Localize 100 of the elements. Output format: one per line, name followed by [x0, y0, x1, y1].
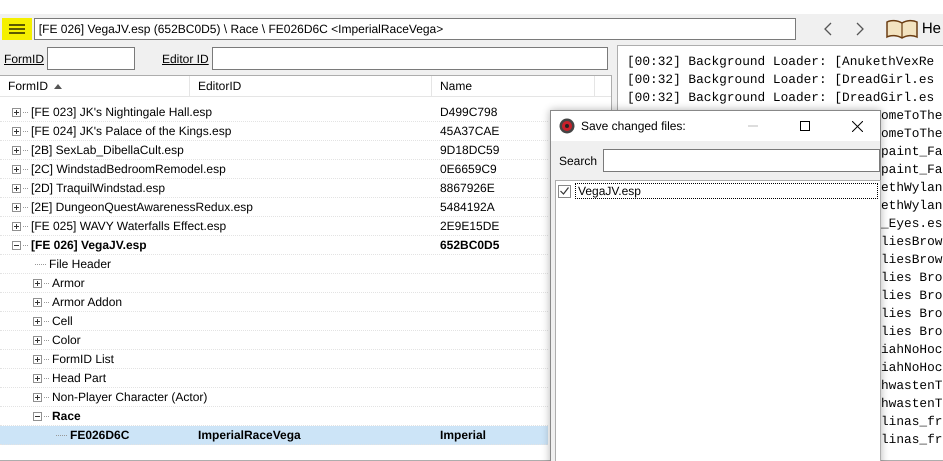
- expand-icon[interactable]: [12, 222, 21, 230]
- log-line: ethWylan: [881, 198, 942, 213]
- column-header[interactable]: EditorID: [190, 76, 432, 96]
- log-line: [00:32] Background Loader: [DreadGirl.es: [627, 72, 934, 87]
- tree-row[interactable]: Armor: [0, 274, 548, 293]
- log-line: linas_fr: [881, 414, 942, 429]
- dialog-title: Save changed files:: [581, 118, 686, 135]
- table-cell: 45A37CAE: [440, 124, 500, 138]
- expand-icon[interactable]: [12, 202, 21, 212]
- log-line: [00:32] Background Loader: [DreadGirl.es: [627, 90, 934, 105]
- tree-label: [2B] SexLab_DibellaCult.esp: [31, 142, 184, 159]
- tree-label: FE026D6C: [70, 427, 130, 444]
- tree-label: FormID List: [52, 351, 114, 368]
- expand-icon[interactable]: [33, 298, 42, 306]
- expand-icon[interactable]: [33, 374, 42, 382]
- log-line: lies Bro: [881, 324, 942, 339]
- tree-row[interactable]: [2D] TraquilWindstad.esp 8867926E: [0, 179, 548, 198]
- menu-icon[interactable]: [8, 24, 25, 34]
- tree-label: Color: [52, 332, 81, 349]
- table-cell: 9D18DC59: [440, 143, 500, 157]
- field-label: FormID: [4, 50, 44, 68]
- column-header[interactable]: Name: [432, 76, 595, 96]
- expand-icon[interactable]: [33, 336, 42, 344]
- expand-icon[interactable]: [12, 126, 21, 136]
- log-line: liesBrow: [881, 252, 942, 267]
- expand-icon[interactable]: [33, 278, 42, 288]
- collapse-icon[interactable]: [12, 240, 21, 250]
- tree-row[interactable]: Color: [0, 331, 548, 350]
- tree-row[interactable]: Head Part: [0, 369, 548, 388]
- tree-label: [FE 025] WAVY Waterfalls Effect.esp: [31, 218, 226, 235]
- help-button[interactable]: He: [876, 18, 941, 40]
- tree-label: [2D] TraquilWindstad.esp: [31, 180, 166, 197]
- tree-row[interactable]: File Header: [0, 255, 548, 274]
- log-line: paint_Fa: [881, 162, 942, 177]
- tree-label: Armor: [52, 275, 85, 292]
- field-label: Editor ID: [162, 50, 209, 68]
- log-line: omeToThe: [881, 108, 942, 123]
- table-cell: 8867926E: [440, 181, 495, 195]
- column-header[interactable]: FormID: [0, 76, 190, 96]
- checkbox[interactable]: [558, 184, 571, 198]
- log-line: liesBrow: [881, 234, 942, 249]
- expand-icon[interactable]: [33, 354, 42, 364]
- log-line: hwastenT: [881, 396, 942, 411]
- app-icon: [559, 118, 575, 134]
- tree-row[interactable]: Armor Addon: [0, 293, 548, 312]
- tree-row[interactable]: FE026D6C ImperialRaceVega Imperial: [0, 426, 548, 445]
- search-field[interactable]: [603, 149, 880, 172]
- path-field[interactable]: [FE 026] VegaJV.esp (652BC0D5) \ Race \ FE026D6C <ImperialRaceVega>: [34, 18, 796, 40]
- log-line: iahNoHoc: [881, 360, 942, 375]
- tree-label: [2E] DungeonQuestAwarenessRedux.esp: [31, 199, 253, 216]
- tree-row[interactable]: FormID List: [0, 350, 548, 369]
- tree-row[interactable]: [FE 023] JK's Nightingale Hall.esp D499C798: [0, 103, 548, 122]
- tree-row[interactable]: [FE 024] JK's Palace of the Kings.esp 45A37CAE: [0, 122, 548, 141]
- input-field[interactable]: [212, 47, 608, 70]
- tree-label: [FE 026] VegaJV.esp: [31, 237, 147, 254]
- tree-label: Non-Player Character (Actor): [52, 389, 208, 406]
- expand-icon[interactable]: [33, 316, 42, 326]
- log-line: paint_Fa: [881, 144, 942, 159]
- tree-label: Cell: [52, 313, 73, 330]
- expand-icon[interactable]: [12, 184, 21, 192]
- tree-row[interactable]: [FE 026] VegaJV.esp 652BC0D5: [0, 236, 548, 255]
- tree-row[interactable]: Non-Player Character (Actor): [0, 388, 548, 407]
- log-line: lies Bro: [881, 288, 942, 303]
- tree-label: [FE 023] JK's Nightingale Hall.esp: [31, 104, 212, 121]
- table-cell: 2E9E15DE: [440, 219, 500, 233]
- table-cell: 5484192A: [440, 200, 495, 214]
- log-line: iahNoHoc: [881, 342, 942, 357]
- log-line: omeToThe: [881, 126, 942, 141]
- log-line: _Eyes.es: [881, 216, 942, 231]
- table-cell: 652BC0D5: [440, 238, 500, 252]
- log-line: ethWylan: [881, 180, 942, 195]
- search-label: Search: [559, 152, 598, 170]
- tree-row[interactable]: [2C] WindstadBedroomRemodel.esp 0E6659C9: [0, 160, 548, 179]
- tree-row[interactable]: [2B] SexLab_DibellaCult.esp 9D18DC59: [0, 141, 548, 160]
- menu-button[interactable]: [2, 18, 32, 40]
- log-line: lies Bro: [881, 270, 942, 285]
- tree-row[interactable]: [FE 025] WAVY Waterfalls Effect.esp 2E9E15DE: [0, 217, 548, 236]
- input-field[interactable]: [47, 47, 135, 70]
- file-item[interactable]: VegaJV.esp: [575, 183, 878, 199]
- table-cell: D499C798: [440, 105, 498, 119]
- log-line: linas_fr: [881, 432, 942, 447]
- log-line: lies Bro: [881, 306, 942, 321]
- tree-row[interactable]: [2E] DungeonQuestAwarenessRedux.esp 5484192A: [0, 198, 548, 217]
- expand-icon[interactable]: [33, 392, 42, 402]
- expand-icon[interactable]: [12, 108, 21, 116]
- tree-row[interactable]: Cell: [0, 312, 548, 331]
- table-cell: 0E6659C9: [440, 162, 497, 176]
- log-line: hwastenT: [881, 378, 942, 393]
- expand-icon[interactable]: [12, 164, 21, 174]
- tree-label: Race: [52, 408, 81, 425]
- tree-label: [FE 024] JK's Palace of the Kings.esp: [31, 123, 232, 140]
- table-cell: Imperial: [440, 428, 486, 442]
- collapse-icon[interactable]: [33, 412, 42, 420]
- tree-label: File Header: [49, 256, 112, 273]
- tree-label: [2C] WindstadBedroomRemodel.esp: [31, 161, 226, 178]
- expand-icon[interactable]: [12, 146, 21, 154]
- table-cell: ImperialRaceVega: [198, 428, 301, 442]
- tree-label: Head Part: [52, 370, 106, 387]
- tree-label: Armor Addon: [52, 294, 122, 311]
- log-line: [00:32] Background Loader: [AnukethVexRe: [627, 54, 934, 69]
